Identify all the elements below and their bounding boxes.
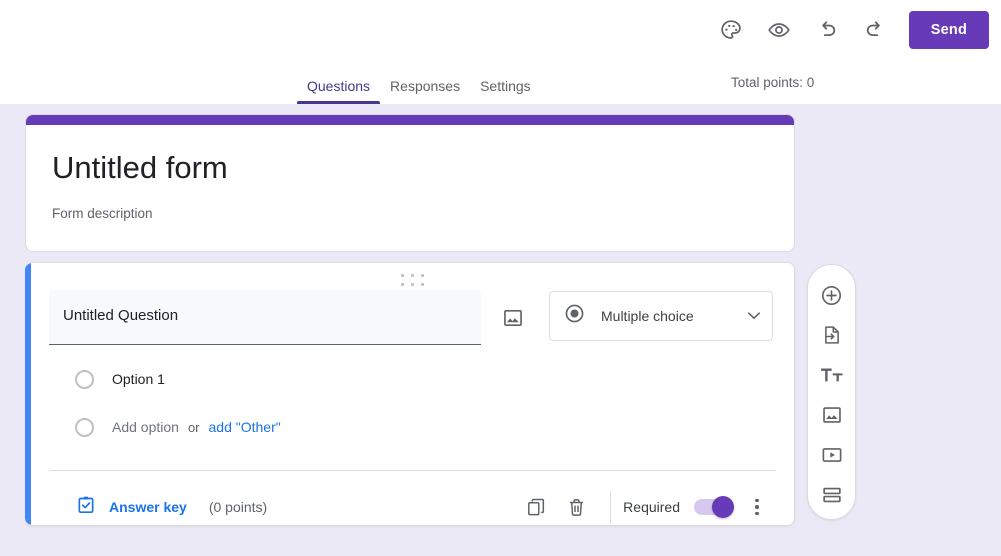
duplicate-question-icon[interactable] (516, 487, 556, 525)
footer-separator (610, 491, 612, 523)
add-image-icon[interactable] (812, 395, 852, 435)
add-video-icon[interactable] (812, 435, 852, 475)
add-other-button[interactable]: add "Other" (209, 419, 281, 435)
question-footer: Answer key (0 points) Required (31, 487, 794, 525)
question-card-inner: Untitled Question Multiple choice Option… (31, 263, 794, 525)
question-title-input[interactable]: Untitled Question (49, 290, 481, 345)
question-footer-actions: Required (516, 487, 794, 525)
question-points-label: (0 points) (208, 499, 268, 515)
preview-eye-icon[interactable] (755, 6, 803, 54)
undo-icon[interactable] (803, 6, 851, 54)
send-button[interactable]: Send (908, 11, 989, 49)
form-header-card[interactable]: Untitled form Form description (25, 114, 795, 252)
top-bar-actions: Send (707, 6, 989, 54)
top-bar: Send (0, 0, 1001, 64)
multiple-choice-radio-icon (564, 303, 585, 329)
delete-question-icon[interactable] (556, 487, 596, 525)
redo-icon[interactable] (851, 6, 899, 54)
option-or-label: or (187, 419, 200, 435)
question-footer-divider (49, 470, 776, 471)
answer-key-button[interactable]: Answer key (76, 495, 187, 520)
radio-unselected-icon (75, 369, 94, 389)
form-canvas: Untitled form Form description Untitled … (0, 104, 1001, 556)
google-forms-editor: Send Questions Responses Settings Total … (0, 0, 1001, 556)
drag-handle-icon[interactable] (400, 274, 425, 287)
tabs: Questions Responses Settings (297, 64, 541, 104)
question-type-dropdown[interactable]: Multiple choice (549, 291, 773, 341)
question-header-row: Untitled Question Multiple choice (49, 290, 776, 345)
form-description[interactable]: Form description (52, 207, 794, 221)
theme-palette-icon[interactable] (707, 6, 755, 54)
add-question-image-icon[interactable] (493, 298, 533, 338)
answer-key-label: Answer key (109, 499, 187, 515)
option-label[interactable]: Option 1 (112, 371, 165, 387)
add-item-toolbar (807, 264, 856, 520)
required-label: Required (623, 499, 680, 515)
add-section-icon[interactable] (812, 475, 852, 515)
add-question-icon[interactable] (812, 275, 852, 315)
form-theme-stripe (26, 115, 794, 125)
required-toggle[interactable] (694, 496, 734, 518)
answer-options-list: Option 1 Add option or add "Other" (75, 367, 281, 463)
form-title[interactable]: Untitled form (52, 152, 794, 183)
add-title-description-icon[interactable] (812, 355, 852, 395)
total-points-label: Total points: 0 (731, 75, 815, 90)
tab-bar: Questions Responses Settings Total point… (0, 64, 1001, 104)
radio-unselected-icon (75, 417, 94, 437)
question-type-label: Multiple choice (601, 308, 694, 324)
add-option-row: Add option or add "Other" (75, 415, 281, 439)
tab-questions[interactable]: Questions (297, 79, 381, 104)
required-toggle-knob (712, 496, 734, 518)
chevron-down-icon (748, 307, 760, 325)
import-questions-icon[interactable] (812, 315, 852, 355)
tab-settings[interactable]: Settings (470, 79, 541, 104)
option-row[interactable]: Option 1 (75, 367, 281, 391)
question-more-options-icon[interactable] (738, 487, 776, 525)
tab-responses[interactable]: Responses (380, 79, 470, 104)
add-option-button[interactable]: Add option (112, 419, 179, 435)
question-card: Untitled Question Multiple choice Option… (25, 262, 795, 526)
answer-key-clipboard-check-icon (76, 495, 96, 520)
